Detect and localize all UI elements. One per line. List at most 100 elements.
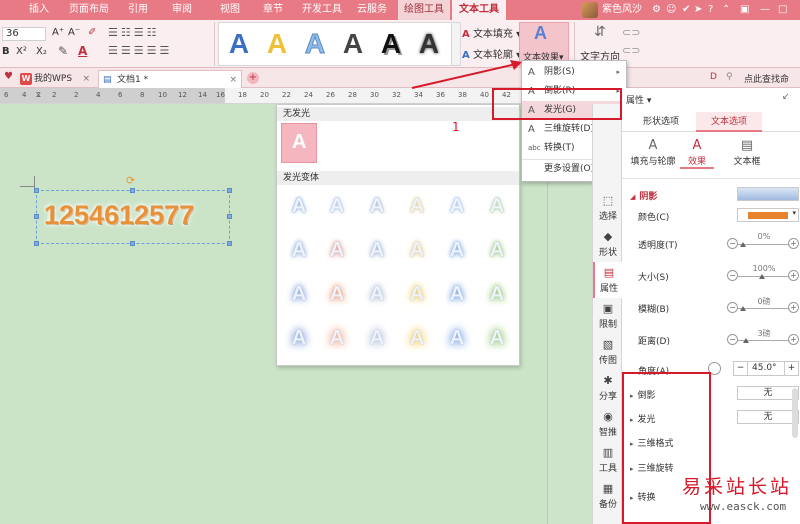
glow-variant[interactable]: A: [323, 191, 351, 221]
resize-handle[interactable]: [227, 188, 232, 193]
shadow-color-picker[interactable]: ▾: [737, 208, 799, 222]
distance-slider[interactable]: − +3磅: [727, 329, 799, 346]
shadow-preset-select[interactable]: [737, 187, 799, 201]
new-tab-icon[interactable]: +: [247, 72, 259, 84]
glow-variant[interactable]: A: [363, 235, 391, 265]
user-name[interactable]: 紫色风沙: [602, 0, 642, 20]
style-option-3[interactable]: A: [301, 26, 329, 62]
minus-icon[interactable]: −: [727, 270, 738, 281]
side-share-button[interactable]: ✱ 分享: [593, 370, 623, 406]
glow-variant[interactable]: A: [285, 323, 313, 353]
pin-icon[interactable]: ↙: [782, 92, 790, 102]
style-option-4[interactable]: A: [339, 26, 367, 62]
glow-variant[interactable]: A: [403, 279, 431, 309]
shrink-font-button[interactable]: A⁻: [68, 27, 80, 38]
resize-handle[interactable]: [34, 214, 39, 219]
plus-icon[interactable]: +: [788, 302, 799, 313]
glow-variant[interactable]: A: [323, 279, 351, 309]
slider-thumb[interactable]: [759, 274, 765, 279]
side-select-button[interactable]: ⬚ 选择: [593, 190, 623, 226]
glow-select[interactable]: 无: [737, 410, 799, 424]
slider-thumb[interactable]: [740, 306, 746, 311]
side-backup-button[interactable]: ▦ 备份: [593, 478, 623, 514]
glow-variant[interactable]: A: [285, 279, 313, 309]
resize-handle[interactable]: [130, 188, 135, 193]
side-properties-button[interactable]: ▤ 属性: [593, 262, 623, 298]
tab-drawing-tools[interactable]: 绘图工具: [398, 0, 450, 20]
glow-variant[interactable]: A: [285, 191, 313, 221]
glow-variant[interactable]: A: [363, 279, 391, 309]
close-icon[interactable]: ×: [229, 71, 237, 89]
pane-scrollbar[interactable]: [792, 388, 798, 438]
slider-thumb[interactable]: [740, 242, 746, 247]
tab-developer[interactable]: 开发工具: [298, 0, 346, 20]
glow-variant[interactable]: A: [483, 191, 511, 221]
settings-icon[interactable]: ⚙: [652, 3, 661, 17]
text-fill-button[interactable]: A 文本填充 ▾: [462, 25, 521, 40]
glow-variant[interactable]: A: [285, 235, 313, 265]
plus-icon[interactable]: +: [788, 334, 799, 345]
minus-icon[interactable]: −: [727, 302, 738, 313]
side-tools-button[interactable]: ▥ 工具: [593, 442, 623, 478]
minus-icon[interactable]: −: [734, 362, 748, 375]
side-shape-button[interactable]: ◆ 形状: [593, 226, 623, 262]
style-option-2[interactable]: A: [263, 26, 291, 62]
minus-icon[interactable]: −: [727, 334, 738, 345]
glow-variant[interactable]: A: [483, 235, 511, 265]
shadow-section-toggle[interactable]: ◢ 阴影: [630, 189, 657, 202]
subtab-fill-outline[interactable]: A 填充与轮廓: [628, 138, 678, 167]
user-avatar[interactable]: [582, 2, 598, 18]
align-icons[interactable]: ☰☰☰☰☰: [108, 44, 172, 57]
resize-handle[interactable]: [34, 188, 39, 193]
resize-handle[interactable]: [34, 241, 39, 246]
angle-stepper[interactable]: − 45.0° +: [733, 361, 799, 376]
ribbon-collapse-icon[interactable]: ⌃: [722, 3, 730, 17]
minus-icon[interactable]: −: [727, 238, 738, 249]
unlink-icon[interactable]: ⊂⊃: [622, 44, 640, 57]
no-glow-option[interactable]: A: [281, 123, 317, 163]
subtab-effects[interactable]: A 效果: [680, 138, 714, 169]
resize-handle[interactable]: [130, 241, 135, 246]
tab-review[interactable]: 审阅: [164, 0, 200, 20]
reflection-select[interactable]: 无: [737, 386, 799, 400]
plus-icon[interactable]: +: [788, 238, 799, 249]
maximize-icon[interactable]: □: [778, 3, 787, 17]
subtab-textbox[interactable]: ▤ 文本框: [722, 138, 772, 167]
slider-thumb[interactable]: [743, 338, 749, 343]
glow-variant[interactable]: A: [443, 191, 471, 221]
glow-variant[interactable]: A: [483, 323, 511, 353]
tab-cloud[interactable]: 云服务: [350, 0, 394, 20]
document-text[interactable]: 1254612577: [44, 200, 194, 231]
heart-icon[interactable]: ♥: [4, 71, 13, 82]
indent-marker[interactable]: ⧖: [36, 91, 41, 100]
plus-icon[interactable]: +: [784, 362, 798, 375]
glow-variant[interactable]: A: [323, 323, 351, 353]
superscript-button[interactable]: X²: [16, 46, 27, 57]
highlight-icon[interactable]: ✎: [58, 44, 68, 58]
find-command[interactable]: 点此查找命: [744, 72, 789, 85]
glow-variant[interactable]: A: [443, 235, 471, 265]
glow-variant[interactable]: A: [363, 323, 391, 353]
tab-shape-options[interactable]: 形状选项: [628, 112, 694, 132]
font-size-select[interactable]: 36: [2, 27, 46, 41]
transparency-slider[interactable]: − +0%: [727, 232, 799, 250]
tab-view[interactable]: 视图: [212, 0, 248, 20]
tab-section[interactable]: 章节: [255, 0, 291, 20]
list-icons[interactable]: ☰☷☰☷: [108, 26, 159, 39]
tab-my-wps[interactable]: W 我的WPS ×: [16, 70, 94, 88]
tab-document-1[interactable]: ▤ 文档1 * ×: [98, 70, 242, 88]
glow-variant[interactable]: A: [363, 191, 391, 221]
glow-variant[interactable]: A: [323, 235, 351, 265]
style-option-1[interactable]: A: [225, 26, 253, 62]
plus-icon[interactable]: +: [788, 270, 799, 281]
glow-variant[interactable]: A: [483, 279, 511, 309]
link-icon[interactable]: ⊂⊃: [622, 26, 640, 39]
tab-insert[interactable]: 插入: [18, 0, 60, 20]
check-icon[interactable]: ✔: [682, 3, 690, 17]
skin-icon[interactable]: ☺: [666, 3, 676, 17]
search-icon[interactable]: ⚲: [726, 72, 733, 82]
help-icon[interactable]: ?: [708, 3, 713, 17]
window-layout-icon[interactable]: ▣: [740, 3, 749, 17]
blur-slider[interactable]: − +0磅: [727, 297, 799, 314]
tab-page-layout[interactable]: 页面布局: [64, 0, 114, 20]
